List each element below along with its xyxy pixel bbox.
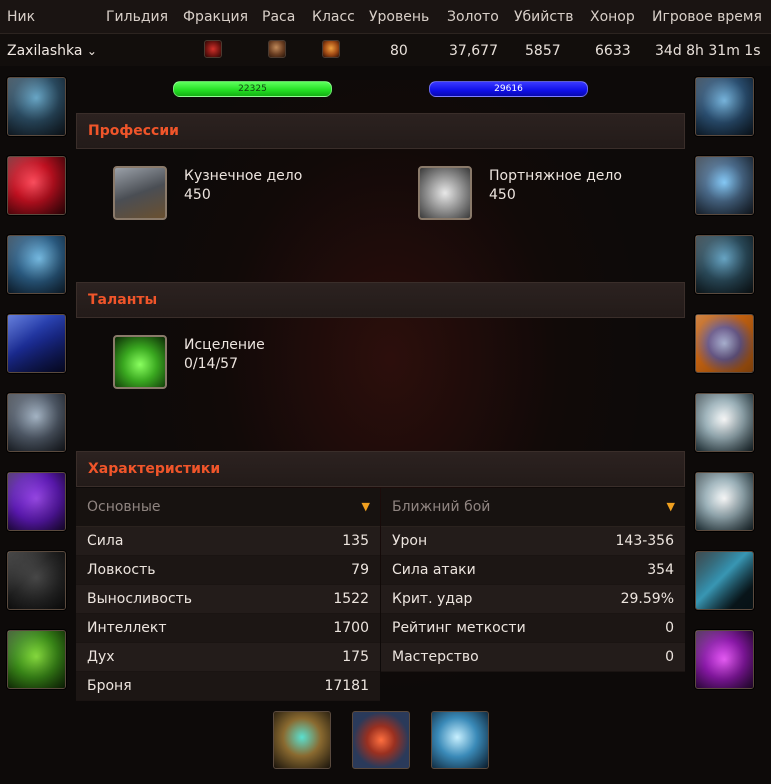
profession-value: 450 xyxy=(184,187,211,203)
race-portrait-icon xyxy=(268,40,286,58)
chest-armor-icon[interactable] xyxy=(7,393,66,452)
profession-name: Кузнечное дело xyxy=(184,168,303,184)
col-nick[interactable]: Ник xyxy=(7,9,35,25)
col-faction[interactable]: Фракция xyxy=(183,9,248,25)
stat-row: Крит. удар 29.59% xyxy=(381,585,685,614)
tabard-icon[interactable] xyxy=(7,551,66,610)
honor-value: 6633 xyxy=(595,43,631,59)
dropdown-label[interactable]: Ближний бой xyxy=(392,499,490,515)
chevron-down-icon[interactable]: ▼ xyxy=(667,500,675,513)
talent-value: 0/14/57 xyxy=(184,356,238,372)
shirt-icon[interactable] xyxy=(7,472,66,531)
head-slot-icon[interactable] xyxy=(7,77,66,136)
hands-slot-icon[interactable] xyxy=(695,77,754,136)
anvil-icon xyxy=(113,166,167,220)
level-value: 80 xyxy=(390,43,408,59)
professions-header: Профессии xyxy=(76,113,685,149)
shoulder-slot-icon[interactable] xyxy=(7,235,66,294)
stats-dropdown-melee[interactable]: Ближний бой ▼ xyxy=(381,488,685,527)
feet-boots-icon[interactable] xyxy=(695,314,754,373)
profession-value: 450 xyxy=(489,187,516,203)
character-row[interactable]: Zaxilashka ⌄ 80 37,677 5857 6633 34d 8h … xyxy=(0,34,771,66)
legs-slot-icon[interactable] xyxy=(695,235,754,294)
health-bar: 22325 xyxy=(173,81,332,97)
stat-row: Дух 175 xyxy=(76,643,380,672)
stats-panel-basic: Основные ▼ Сила 135 Ловкость 79 Выносливос… xyxy=(76,488,380,701)
dropdown-label[interactable]: Основные xyxy=(87,499,161,515)
off-hand-icon[interactable] xyxy=(352,711,410,769)
relic-icon[interactable] xyxy=(431,711,489,769)
talents-header: Таланты xyxy=(76,282,685,318)
talent-name: Исцеление xyxy=(184,337,265,353)
col-guild[interactable]: Гильдия xyxy=(106,9,168,25)
horde-faction-icon xyxy=(204,40,222,58)
chevron-down-icon[interactable]: ▼ xyxy=(362,500,370,513)
stats-panel-melee: Ближний бой ▼ Урон 143-356 Сила атаки 354 … xyxy=(381,488,685,672)
stat-row: Интеллект 1700 xyxy=(76,614,380,643)
col-level[interactable]: Уровень xyxy=(369,9,429,25)
stat-row: Ловкость 79 xyxy=(76,556,380,585)
stat-row: Мастерство 0 xyxy=(381,643,685,672)
trinket-1-icon[interactable] xyxy=(695,551,754,610)
kills-value: 5857 xyxy=(525,43,561,59)
stat-row: Рейтинг меткости 0 xyxy=(381,614,685,643)
stat-row: Сила 135 xyxy=(76,527,380,556)
wrist-slot-icon[interactable] xyxy=(7,630,66,689)
gold-value: 37,677 xyxy=(449,43,498,59)
characteristics-header: Характеристики xyxy=(76,451,685,487)
trinket-2-icon[interactable] xyxy=(695,630,754,689)
table-header: Ник Гильдия Фракция Раса Класс Уровень З… xyxy=(0,0,771,34)
stat-row: Урон 143-356 xyxy=(381,527,685,556)
thread-spool-icon xyxy=(418,166,472,220)
stat-row: Выносливость 1522 xyxy=(76,585,380,614)
neck-gem-icon[interactable] xyxy=(7,156,66,215)
profession-name: Портняжное дело xyxy=(489,168,622,184)
stat-row: Броня 17181 xyxy=(76,672,380,701)
ring-2-icon[interactable] xyxy=(695,472,754,531)
mana-bar: 29616 xyxy=(429,81,588,97)
ring-1-icon[interactable] xyxy=(695,393,754,452)
col-playtime[interactable]: Игровое время xyxy=(652,9,762,25)
chevron-down-icon[interactable]: ⌄ xyxy=(87,44,97,58)
playtime-value: 34d 8h 31m 1s xyxy=(655,43,761,59)
col-kills[interactable]: Убийств xyxy=(514,9,573,25)
col-class[interactable]: Класс xyxy=(312,9,355,25)
col-race[interactable]: Раса xyxy=(262,9,295,25)
class-emblem-icon xyxy=(322,40,340,58)
waist-slot-icon[interactable] xyxy=(695,156,754,215)
back-cloak-icon[interactable] xyxy=(7,314,66,373)
col-gold[interactable]: Золото xyxy=(447,9,499,25)
character-name[interactable]: Zaxilashka ⌄ xyxy=(7,43,97,59)
main-hand-icon[interactable] xyxy=(273,711,331,769)
stat-row: Сила атаки 354 xyxy=(381,556,685,585)
col-honor[interactable]: Хонор xyxy=(590,9,635,25)
stats-dropdown-basic[interactable]: Основные ▼ xyxy=(76,488,380,527)
healing-touch-icon xyxy=(113,335,167,389)
